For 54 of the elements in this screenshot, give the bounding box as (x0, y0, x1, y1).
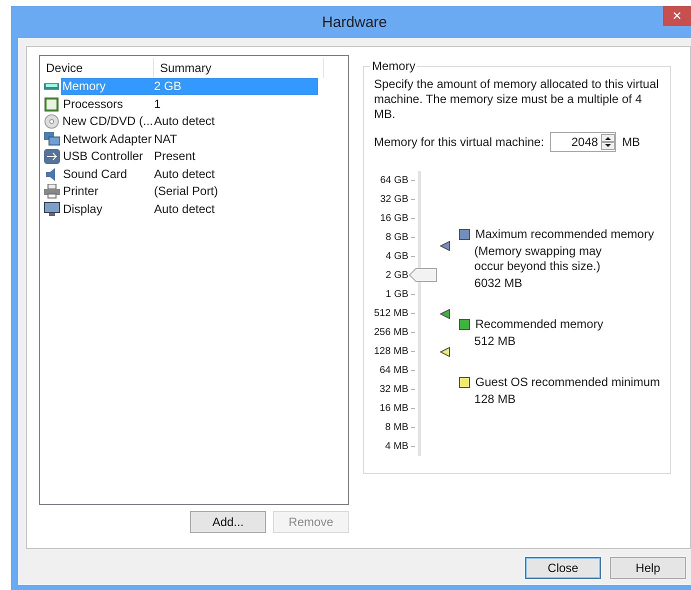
legend-value: 512 MB (473, 334, 517, 349)
scale-label: 4 GB (384, 250, 408, 264)
scale-label: 64 MB (378, 364, 408, 378)
device-summary[interactable]: (Serial Port) (154, 183, 318, 200)
unit-label: MB (622, 135, 640, 149)
device-name[interactable]: Display (62, 200, 104, 218)
scale-label: 2 GB (384, 269, 408, 283)
scale-label: 16 GB (379, 212, 408, 226)
memory-field[interactable]: 2048 (550, 132, 616, 152)
chip-icon (44, 96, 60, 112)
help-button[interactable]: Help (610, 557, 686, 579)
description: Specify the amount of memory allocated to this virtual machine. The memory size must be a multiple of 4 MB. (374, 77, 660, 122)
monitor-icon (44, 202, 60, 217)
scale-label: 32 MB (378, 383, 408, 397)
device-summary[interactable]: 1 (154, 96, 318, 113)
legend-label: Maximum recommended memory (475, 227, 654, 242)
device-summary[interactable]: Present (154, 148, 318, 166)
scale-label: 8 GB (384, 231, 408, 245)
slider-thumb[interactable] (409, 268, 438, 282)
scale-label: 32 GB (379, 193, 408, 207)
legend-label: Guest OS recommended minimum (475, 375, 660, 390)
legend-label: Recommended memory (475, 317, 604, 332)
device-summary[interactable]: Auto detect (154, 200, 318, 218)
close-button[interactable]: Close (525, 557, 601, 579)
scale-label: 128 MB (374, 345, 408, 359)
device-name[interactable]: Printer (62, 183, 100, 200)
add-button[interactable]: Add... (190, 511, 266, 533)
legend-note: (Memory swapping may occur beyond this size.) (473, 244, 603, 274)
spin-arrows-icon[interactable] (601, 134, 616, 150)
group-title: Memory (371, 59, 416, 73)
device-name[interactable]: Processors (62, 96, 124, 113)
scale-label: 256 MB (374, 326, 408, 340)
usb-icon (44, 149, 60, 164)
scale-label: 512 MB (374, 307, 408, 321)
device-name[interactable]: USB Controller (62, 148, 144, 166)
scale-label: 16 MB (378, 402, 408, 416)
printer-icon (44, 184, 60, 200)
device-summary[interactable]: NAT (154, 130, 318, 148)
device-name[interactable]: New CD/DVD (... (61, 113, 154, 130)
window-title: Hardware (322, 14, 388, 30)
device-name[interactable]: Sound Card (62, 166, 128, 183)
device-name[interactable]: Network Adapter (62, 130, 153, 148)
scale-label: 8 MB (384, 421, 408, 435)
close-button[interactable]: ✕ (663, 6, 691, 26)
field-label: Memory for this virtual machine: (374, 135, 544, 149)
scale-label: 64 GB (379, 174, 408, 188)
disc-icon (44, 114, 60, 130)
device-summary[interactable]: Auto detect (154, 166, 318, 183)
scale-label: 4 MB (384, 440, 408, 454)
device-summary[interactable]: Auto detect (154, 113, 318, 130)
legend-value: 6032 MB (473, 276, 524, 291)
legend-value: 128 MB (473, 392, 517, 407)
network-icon (44, 132, 60, 147)
scale-label: 1 GB (384, 288, 408, 302)
